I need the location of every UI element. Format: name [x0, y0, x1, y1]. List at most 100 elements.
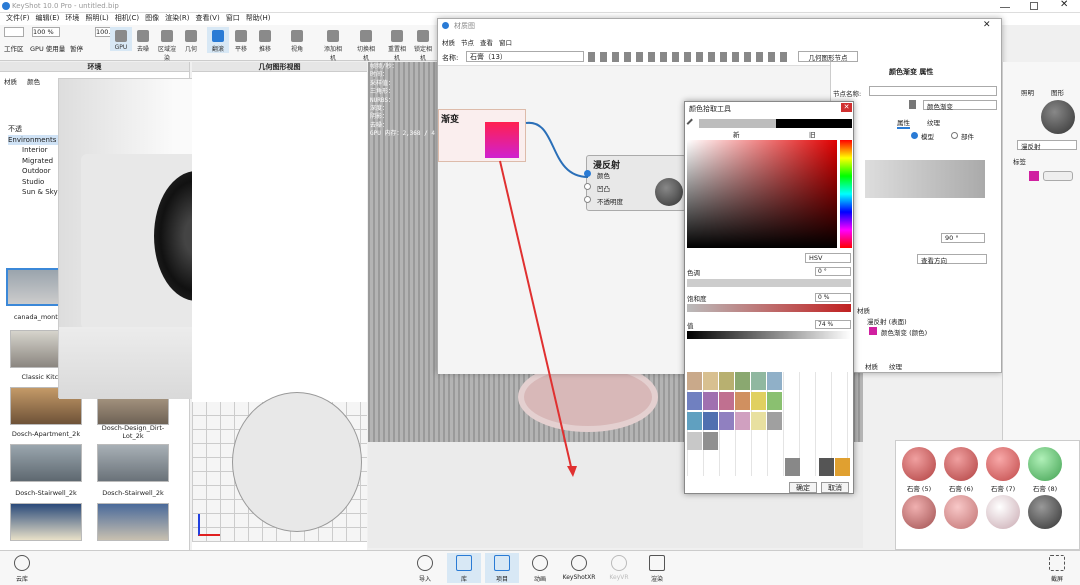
pause-label[interactable]: 暂停 — [70, 43, 83, 53]
color-swatch[interactable] — [719, 412, 734, 430]
menu-item[interactable]: 帮助(H) — [246, 13, 271, 23]
menu-item[interactable]: 窗口 — [226, 13, 240, 23]
project-button[interactable]: 项目 — [485, 553, 519, 583]
saturation-value-area[interactable] — [687, 140, 837, 248]
saturation-bar[interactable] — [687, 304, 851, 312]
tree-item[interactable]: Sun & Sky — [8, 187, 58, 198]
cancel-button[interactable]: 取消 — [821, 482, 849, 493]
node-type-select[interactable]: 颜色渐变 — [923, 100, 997, 111]
env-thumb[interactable] — [10, 444, 82, 482]
region-render-button[interactable]: 区域渲染 — [156, 27, 178, 62]
color-swatch[interactable] — [819, 458, 834, 476]
tab-texture[interactable]: 纹理 — [927, 117, 940, 127]
eyedropper-icon[interactable] — [686, 118, 697, 129]
color-mode-select[interactable]: HSV — [805, 253, 851, 263]
color-swatch[interactable] — [735, 372, 750, 390]
menu-item[interactable]: 图像 — [145, 13, 159, 23]
color-swatch[interactable] — [751, 412, 766, 430]
material-ball[interactable] — [902, 447, 936, 481]
color-swatch[interactable] — [703, 372, 718, 390]
node-name-input[interactable] — [869, 86, 997, 96]
part-radio[interactable] — [951, 132, 958, 139]
env-thumb[interactable] — [97, 503, 169, 541]
tab-material-bottom[interactable]: 材质 — [865, 361, 878, 371]
model-radio[interactable] — [911, 132, 918, 139]
keyvr-button[interactable]: KeyVR — [602, 553, 636, 581]
maximize-button[interactable] — [1030, 2, 1038, 10]
menu-item[interactable]: 文件(F) — [6, 13, 30, 23]
saturation-input[interactable]: 0 % — [815, 293, 851, 302]
denoise-button[interactable]: 去噪 — [132, 27, 154, 53]
cloud-library-button[interactable]: 云库 — [5, 553, 39, 583]
material-ball[interactable] — [1028, 495, 1062, 529]
add-camera-button[interactable]: 添加相机 — [322, 27, 344, 62]
color-swatch[interactable] — [703, 432, 718, 450]
color-swatch[interactable] — [767, 392, 782, 410]
color-swatch[interactable] — [767, 372, 782, 390]
material-tree-item[interactable]: 颜色渐变 (颜色) — [881, 327, 927, 337]
gradient-ramp[interactable] — [865, 160, 985, 198]
material-ball[interactable] — [902, 495, 936, 529]
angle-field[interactable]: 90 ° — [941, 233, 985, 243]
tab-image[interactable]: 图形 — [1051, 87, 1064, 97]
minimize-button[interactable] — [1000, 7, 1010, 8]
geometry-button[interactable]: 几何 — [180, 27, 202, 53]
dolly-button[interactable]: 推移 — [254, 27, 276, 53]
color-value-field[interactable] — [1043, 171, 1073, 181]
material-ball[interactable] — [1028, 447, 1062, 481]
menu-item[interactable]: 编辑(E) — [36, 13, 60, 23]
menu-item[interactable]: 照明(L) — [85, 13, 108, 23]
library-button[interactable]: 库 — [447, 553, 481, 583]
tree-item[interactable]: 不透 — [8, 124, 58, 135]
color-swatch[interactable] — [735, 392, 750, 410]
import-button[interactable]: 导入 — [408, 553, 442, 583]
tab-lighting[interactable]: 照明 — [1021, 87, 1034, 97]
material-ball[interactable] — [944, 495, 978, 529]
color-swatch[interactable] — [687, 392, 702, 410]
swatch-grid[interactable] — [687, 372, 851, 476]
keyshotxr-button[interactable]: KeyShotXR — [562, 553, 596, 581]
color-swatch[interactable] — [719, 392, 734, 410]
color-swatch[interactable] — [687, 372, 702, 390]
tab-properties[interactable]: 属性 — [897, 117, 910, 129]
trash-icon[interactable] — [909, 100, 916, 109]
color-swatch[interactable] — [751, 392, 766, 410]
tab-colors[interactable]: 颜色 — [27, 78, 40, 86]
color-picker-close-button[interactable]: ✕ — [841, 103, 852, 112]
menu-item[interactable]: 环境 — [65, 13, 79, 23]
pan-button[interactable]: 平移 — [230, 27, 252, 53]
color-swatch[interactable] — [687, 432, 702, 450]
color-swatch[interactable] — [719, 372, 734, 390]
tab-texture-bottom[interactable]: 纹理 — [889, 361, 902, 371]
window-close-button[interactable]: ✕ — [983, 20, 991, 30]
material-ball[interactable] — [986, 495, 1020, 529]
color-swatch[interactable] — [703, 412, 718, 430]
material-tree-item[interactable]: 漫反射 (表面) — [867, 316, 907, 326]
color-swatch[interactable] — [735, 412, 750, 430]
reset-camera-button[interactable]: 重置相机 — [386, 27, 408, 62]
switch-camera-button[interactable]: 切换相机 — [355, 27, 377, 62]
tab-materials[interactable]: 材质 — [4, 78, 17, 86]
animation-button[interactable]: 动画 — [523, 553, 557, 583]
hue-slider[interactable] — [840, 140, 852, 248]
tree-item[interactable]: Studio — [8, 177, 58, 188]
menu-item[interactable]: 查看(V) — [195, 13, 219, 23]
tree-item[interactable]: Migrated — [8, 156, 58, 167]
zoom-field[interactable]: 100 % — [32, 27, 60, 37]
fov-button[interactable]: 视角 — [286, 27, 308, 53]
env-thumb[interactable] — [10, 503, 82, 541]
render-button[interactable]: 渲染 — [640, 553, 674, 583]
tree-item[interactable]: Outdoor — [8, 166, 58, 177]
color-swatch[interactable] — [703, 392, 718, 410]
color-swatch[interactable] — [751, 372, 766, 390]
material-ball[interactable] — [944, 447, 978, 481]
direction-select[interactable]: 查看方向 — [917, 254, 987, 265]
diffuse-select[interactable]: 漫反射 — [1017, 140, 1077, 151]
color-swatch[interactable] — [785, 458, 800, 476]
gpu-button[interactable]: GPU — [110, 27, 132, 51]
env-thumb[interactable] — [97, 444, 169, 482]
menu-item[interactable]: 相机(C) — [115, 13, 139, 23]
hue-input[interactable]: 0 ° — [815, 267, 851, 276]
tumble-button[interactable]: 翻滚 — [207, 27, 229, 53]
color-swatch[interactable] — [1029, 171, 1039, 181]
